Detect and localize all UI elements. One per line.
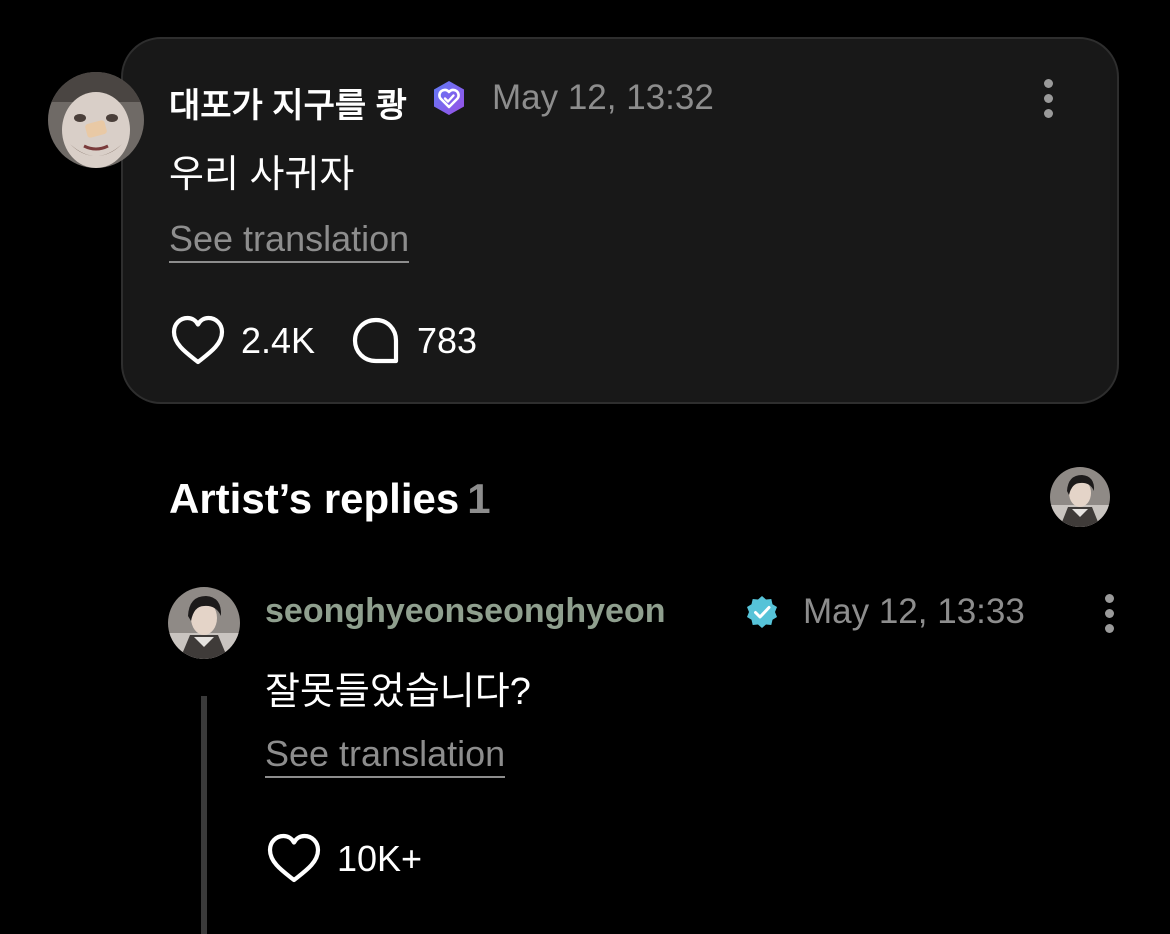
reply-more-options-icon[interactable] [1100,594,1120,634]
post-comment-count: 783 [417,320,478,361]
reply-timestamp: May 12, 13:33 [803,592,1025,631]
reply-like-heart-icon[interactable] [266,832,322,886]
reply-thread-line [201,696,207,934]
post-author-avatar[interactable] [48,72,144,168]
artist-replies-title: Artist’s replies [169,475,460,522]
post-like-count: 2.4K [241,320,316,361]
reply-like-count: 10K+ [337,838,423,879]
artist-replies-count: 1 [467,475,491,522]
reply-text: 잘못들었습니다? [265,671,531,713]
reply-author-avatar[interactable] [168,587,240,659]
reply-author-name[interactable]: seonghyeonseonghyeon [265,592,666,631]
verified-heart-badge-icon [431,80,467,116]
post-text: 우리 사귀자 [169,154,355,196]
post-see-translation-link[interactable]: See translation [169,218,410,264]
post-like-heart-icon[interactable] [170,314,226,368]
artist-replies-heading: Artist’s replies 1 [169,475,491,523]
post-author-name[interactable]: 대포가 지구를 쾅 [169,78,407,127]
post-timestamp: May 12, 13:32 [492,78,714,117]
post-more-options-icon[interactable] [1039,79,1059,119]
post-comment-bubble-icon[interactable] [351,316,401,366]
verified-check-badge-icon [744,594,780,630]
artist-replies-avatar[interactable] [1050,467,1110,527]
reply-see-translation-link[interactable]: See translation [265,733,506,779]
